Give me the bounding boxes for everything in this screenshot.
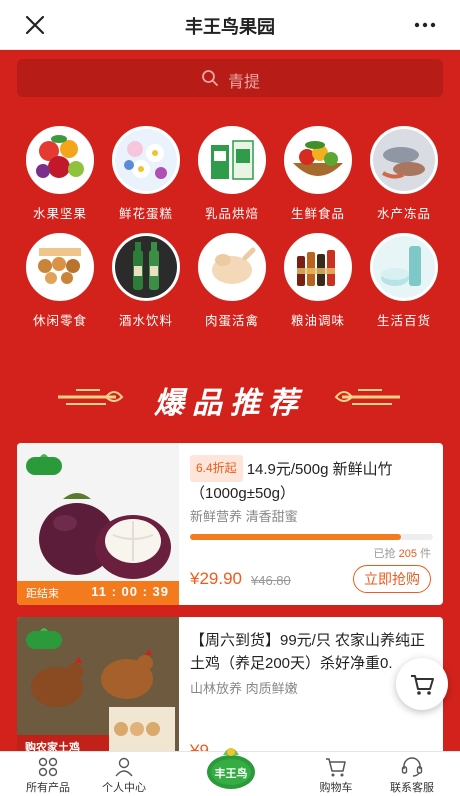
category-label: 鲜花蛋糕 [118,207,173,221]
category-fruit-nuts[interactable]: 水果坚果 [17,126,103,222]
category-dairy-bakery[interactable]: 乳品烘焙 [189,126,275,222]
brand-badge-logo [26,454,62,475]
drinks-image [112,233,180,301]
countdown-timer: 11 : 00 : 39 [91,584,169,599]
grain-oil-image [284,233,352,301]
discount-badge: 6.4折起 [190,455,243,482]
sold-prefix: 已抢 [373,548,396,560]
seafood-frozen-image [370,126,438,194]
meat-eggs-image [198,233,266,301]
daily-goods-image [370,233,438,301]
nav-cart[interactable]: 购物车 [296,752,376,796]
sales-progress-bar [190,534,433,540]
category-label: 肉蛋活禽 [204,314,259,328]
fresh-produce-image [284,126,352,194]
sale-price: ¥29.90 [190,569,242,588]
category-label: 生活百货 [376,314,431,328]
nav-label: 所有产品 [26,782,70,794]
nav-label: 联系客服 [390,782,434,794]
flowers-cake-image [112,126,180,194]
category-meat-eggs[interactable]: 肉蛋活禽 [189,233,275,329]
more-dots-icon[interactable] [412,15,438,35]
brand-logo[interactable]: 丰王鸟 [205,742,257,792]
sold-suffix: 件 [420,548,431,560]
original-price: ¥46.80 [251,573,291,588]
category-label: 乳品烘焙 [204,207,259,221]
page-title: 丰王鸟果园 [185,17,275,37]
product-subtitle: 新鲜营养 清香甜蜜 [190,509,298,524]
search-icon [202,70,218,86]
user-icon [115,757,133,777]
product-card[interactable]: 购农家土鸡 【周六到货】99元/只 农家山养纯正土鸡（养足200天）杀好净重0.… [17,617,443,757]
product-title: 6.4折起 14.9元/500g 新鲜山竹（1000g±50g） [190,455,433,505]
floating-cart-button[interactable] [396,658,448,710]
category-flowers-cake[interactable]: 鲜花蛋糕 [103,126,189,222]
section-banner: 爆品推荐 [0,372,460,422]
cloud-ornament-right-icon [334,389,400,405]
headset-icon [401,757,423,777]
category-label: 生鲜食品 [290,207,345,221]
search-placeholder: 青提 [228,74,261,91]
brand-logo-text: 丰王鸟 [215,766,248,780]
category-snacks[interactable]: 休闲零食 [17,233,103,329]
category-fresh-produce[interactable]: 生鲜食品 [275,126,361,222]
sold-number: 205 [398,548,417,560]
category-drinks[interactable]: 酒水饮料 [103,233,189,329]
fruit-nuts-image [26,126,94,194]
sales-progress-fill [190,534,402,540]
search-bar[interactable]: 青提 [17,59,443,97]
category-label: 水果坚果 [32,207,87,221]
sold-count: 已抢 205 件 [374,545,431,561]
category-label: 水产冻品 [376,207,431,221]
product-card[interactable]: 距结束 11 : 00 : 39 6.4折起 14.9元/500g 新鲜山竹（10… [17,443,443,605]
nav-label: 购物车 [319,782,353,794]
top-bar: 丰王鸟果园 [0,0,460,50]
nav-all-products[interactable]: 所有产品 [8,752,88,796]
category-seafood-frozen[interactable]: 水产冻品 [361,126,447,222]
countdown-bar: 距结束 11 : 00 : 39 [17,581,179,605]
nav-customer-service[interactable]: 联系客服 [372,752,452,796]
category-label: 酒水饮料 [118,314,173,328]
grid-icon [38,757,58,777]
category-label: 粮油调味 [290,314,345,328]
buy-now-button[interactable]: 立即抢购 [353,565,431,593]
nav-profile[interactable]: 个人中心 [84,752,164,796]
product-subtitle: 山林放养 肉质鲜嫩 [190,681,298,696]
category-label: 休闲零食 [32,314,87,328]
dairy-bakery-image [198,126,266,194]
category-daily-goods[interactable]: 生活百货 [361,233,447,329]
nav-label: 个人中心 [102,782,146,794]
cart-icon [326,758,346,777]
countdown-label: 距结束 [26,588,59,600]
brand-badge-logo [26,628,62,649]
snacks-image [26,233,94,301]
cart-icon [411,675,434,695]
category-grain-oil[interactable]: 粮油调味 [275,233,361,329]
